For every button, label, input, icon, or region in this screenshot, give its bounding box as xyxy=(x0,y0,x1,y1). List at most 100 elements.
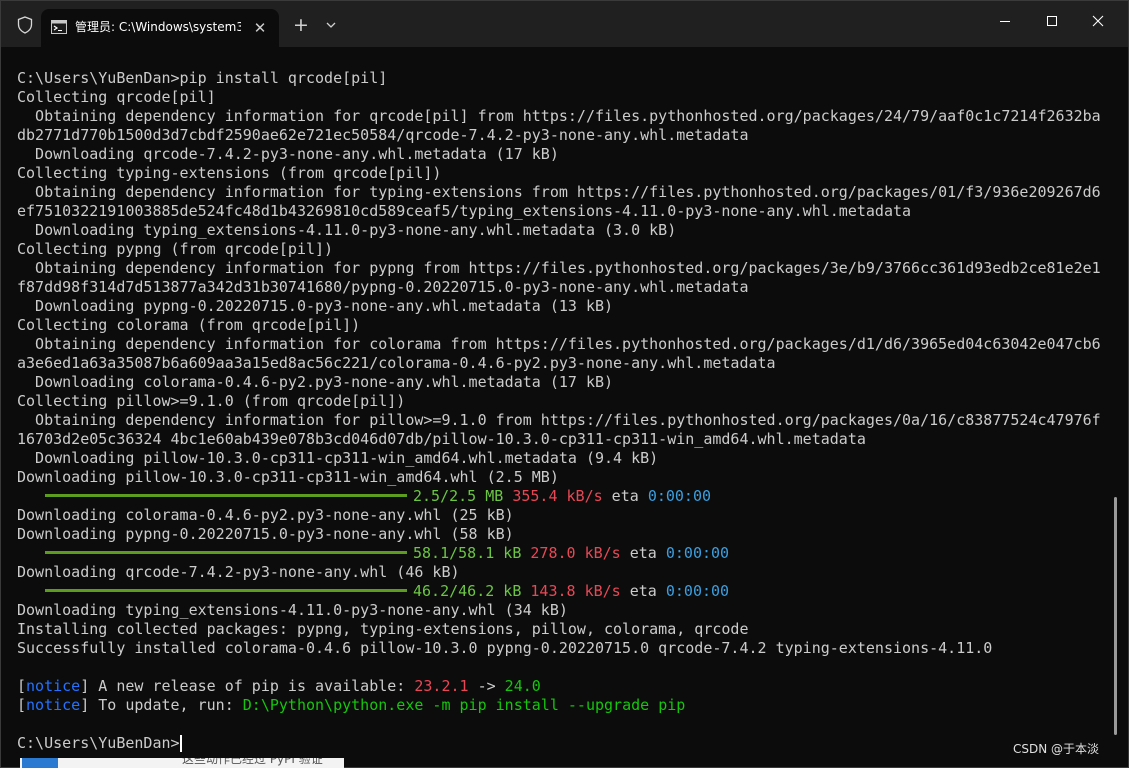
terminal-line: Collecting typing-extensions (from qrcod… xyxy=(17,164,1117,183)
shield-icon xyxy=(15,15,35,35)
terminal-window: 管理员: C:\Windows\system32 ✕ + C:\Users\Yu… xyxy=(0,0,1129,768)
terminal-text: Downloading pypng-0.20220715.0-py3-none-… xyxy=(17,297,614,315)
terminal-text: -> xyxy=(468,677,505,695)
terminal-line: Downloading qrcode-7.4.2-py3-none-any.wh… xyxy=(17,563,1117,582)
terminal-text: Obtaining dependency information for qrc… xyxy=(17,107,1101,125)
terminal-text: db2771d770b1500d3d7cbdf2590ae62e721ec505… xyxy=(17,126,749,144)
terminal-text: 46.2/46.2 kB xyxy=(413,582,522,600)
progress-bar xyxy=(45,551,407,554)
terminal-text: Collecting pillow>=9.1.0 (from qrcode[pi… xyxy=(17,392,406,410)
maximize-icon xyxy=(1047,16,1057,26)
minimize-icon xyxy=(1000,21,1010,22)
terminal-output[interactable]: C:\Users\YuBenDan>pip install qrcode[pil… xyxy=(17,69,1117,759)
terminal-line: Downloading pillow-10.3.0-cp311-cp311-wi… xyxy=(17,449,1117,468)
terminal-text: eta xyxy=(620,582,666,600)
terminal-line: C:\Users\YuBenDan>pip install qrcode[pil… xyxy=(17,69,1117,88)
terminal-text: Downloading qrcode-7.4.2-py3-none-any.wh… xyxy=(17,145,559,163)
maximize-button[interactable] xyxy=(1029,1,1075,41)
watermark: CSDN @于本淡 xyxy=(1013,742,1100,756)
terminal-line: 46.2/46.2 kB 143.8 kB/s eta 0:00:00 xyxy=(17,582,1117,601)
terminal-line: 16703d2e05c36324 4bc1e60ab439e078b3cd046… xyxy=(17,430,1117,449)
terminal-line: Installing collected packages: pypng, ty… xyxy=(17,620,1117,639)
terminal-text: Successfully installed colorama-0.4.6 pi… xyxy=(17,639,993,657)
terminal-line: Obtaining dependency information for qrc… xyxy=(17,107,1117,126)
terminal-text: ] To update, run: xyxy=(80,696,243,714)
scrollbar-thumb[interactable] xyxy=(1114,497,1117,735)
terminal-text: Collecting qrcode[pil] xyxy=(17,88,216,106)
terminal-text: Downloading colorama-0.4.6-py2.py3-none-… xyxy=(17,506,514,524)
terminal-line: Obtaining dependency information for pyp… xyxy=(17,259,1117,278)
terminal-text: Downloading typing_extensions-4.11.0-py3… xyxy=(17,221,677,239)
terminal-line: db2771d770b1500d3d7cbdf2590ae62e721ec505… xyxy=(17,126,1117,145)
terminal-line: Downloading colorama-0.4.6-py2.py3-none-… xyxy=(17,373,1117,392)
terminal-text: ] A new release of pip is available: xyxy=(80,677,415,695)
terminal-text: 2.5/2.5 MB xyxy=(413,487,504,505)
terminal-line: Collecting pillow>=9.1.0 (from qrcode[pi… xyxy=(17,392,1117,411)
terminal-text: Downloading qrcode-7.4.2-py3-none-any.wh… xyxy=(17,563,460,581)
terminal-text: 143.8 kB/s xyxy=(530,582,621,600)
terminal-line: C:\Users\YuBenDan> xyxy=(17,734,1117,753)
terminal-line: Obtaining dependency information for typ… xyxy=(17,183,1117,202)
minimize-button[interactable] xyxy=(982,1,1028,41)
tab-close-icon[interactable]: ✕ xyxy=(250,18,270,38)
terminal-text: 0:00:00 xyxy=(665,544,730,562)
terminal-text: notice xyxy=(26,677,81,695)
terminal-text: notice xyxy=(26,696,81,714)
terminal-icon xyxy=(51,20,67,34)
background-window: 这些动作已经过 PyPI 验证 xyxy=(20,758,344,768)
terminal-text: Collecting pypng (from qrcode[pil]) xyxy=(17,240,334,258)
terminal-line: Downloading typing_extensions-4.11.0-py3… xyxy=(17,221,1117,240)
terminal-text: 16703d2e05c36324 4bc1e60ab439e078b3cd046… xyxy=(17,430,866,448)
terminal-text: 58.1/58.1 kB xyxy=(413,544,522,562)
terminal-line: Collecting pypng (from qrcode[pil]) xyxy=(17,240,1117,259)
terminal-text: C:\Users\YuBenDan> xyxy=(17,734,180,752)
terminal-line: a3e6ed1a63a35087b6a609aa3a15ed8ac56c221/… xyxy=(17,354,1117,373)
terminal-text: 0:00:00 xyxy=(665,582,730,600)
tab-terminal[interactable]: 管理员: C:\Windows\system32 ✕ xyxy=(41,9,279,47)
terminal-text: C:\Users\YuBenDan>pip install qrcode[pil… xyxy=(17,69,388,87)
progress-bar xyxy=(45,589,407,592)
terminal-line: Downloading pypng-0.20220715.0-py3-none-… xyxy=(17,297,1117,316)
logo-icon xyxy=(22,758,58,768)
terminal-line: Obtaining dependency information for pil… xyxy=(17,411,1117,430)
terminal-text: [ xyxy=(17,677,27,695)
terminal-line: Obtaining dependency information for col… xyxy=(17,335,1117,354)
close-icon xyxy=(1092,15,1104,27)
terminal-text: 23.2.1 xyxy=(414,677,469,695)
terminal-line: Downloading pillow-10.3.0-cp311-cp311-wi… xyxy=(17,468,1117,487)
terminal-text: Downloading pillow-10.3.0-cp311-cp311-wi… xyxy=(17,468,559,486)
terminal-text: Obtaining dependency information for pil… xyxy=(17,411,1101,429)
terminal-line: Collecting colorama (from qrcode[pil]) xyxy=(17,316,1117,335)
terminal-text: Downloading colorama-0.4.6-py2.py3-none-… xyxy=(17,373,614,391)
terminal-text: D:\Python\python.exe -m pip install --up… xyxy=(242,696,686,714)
new-tab-button[interactable]: + xyxy=(290,14,312,36)
terminal-text: 278.0 kB/s xyxy=(530,544,621,562)
terminal-text: eta xyxy=(620,544,666,562)
tab-title: 管理员: C:\Windows\system32 xyxy=(75,20,241,34)
terminal-line: Downloading colorama-0.4.6-py2.py3-none-… xyxy=(17,506,1117,525)
terminal-text: [ xyxy=(17,696,27,714)
terminal-line: Successfully installed colorama-0.4.6 pi… xyxy=(17,639,1117,658)
terminal-text: 355.4 kB/s xyxy=(512,487,603,505)
terminal-text: Installing collected packages: pypng, ty… xyxy=(17,620,749,638)
terminal-line: [notice] A new release of pip is availab… xyxy=(17,677,1117,696)
terminal-line: [notice] To update, run: D:\Python\pytho… xyxy=(17,696,1117,715)
terminal-text: Collecting colorama (from qrcode[pil]) xyxy=(17,316,361,334)
terminal-text: Downloading pypng-0.20220715.0-py3-none-… xyxy=(17,525,514,543)
terminal-text: ef7510322191003885de524fc48d1b43269810cd… xyxy=(17,202,912,220)
background-text: 这些动作已经过 PyPI 验证 xyxy=(182,758,323,766)
terminal-line: 58.1/58.1 kB 278.0 kB/s eta 0:00:00 xyxy=(17,544,1117,563)
terminal-text: f87dd98f314d7d513877a342d31b30741680/pyp… xyxy=(17,278,749,296)
title-bar[interactable]: 管理员: C:\Windows\system32 ✕ + xyxy=(1,1,1128,47)
terminal-text: a3e6ed1a63a35087b6a609aa3a15ed8ac56c221/… xyxy=(17,354,776,372)
terminal-line: Downloading qrcode-7.4.2-py3-none-any.wh… xyxy=(17,145,1117,164)
terminal-text: Downloading pillow-10.3.0-cp311-cp311-wi… xyxy=(17,449,659,467)
terminal-text: 0:00:00 xyxy=(647,487,712,505)
close-button[interactable] xyxy=(1075,1,1121,41)
chevron-down-icon[interactable] xyxy=(321,15,341,35)
terminal-line: Downloading typing_extensions-4.11.0-py3… xyxy=(17,601,1117,620)
terminal-text: Obtaining dependency information for pyp… xyxy=(17,259,1101,277)
terminal-line: ef7510322191003885de524fc48d1b43269810cd… xyxy=(17,202,1117,221)
